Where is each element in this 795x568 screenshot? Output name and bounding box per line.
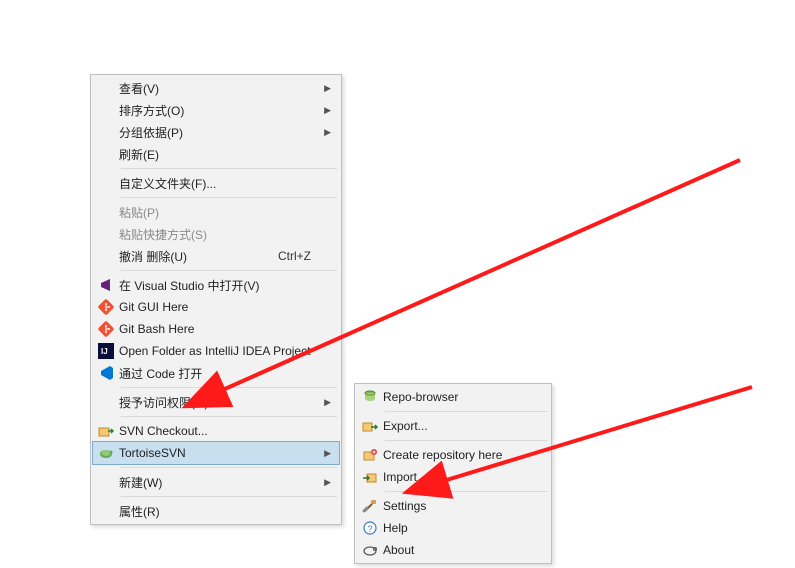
menu-item-open-visual-studio[interactable]: 在 Visual Studio 中打开(V) bbox=[93, 274, 339, 296]
repo-browser-icon bbox=[357, 389, 383, 405]
visual-studio-icon bbox=[93, 277, 119, 293]
separator bbox=[385, 491, 547, 492]
chevron-right-icon: ▶ bbox=[324, 397, 331, 408]
separator bbox=[385, 440, 547, 441]
separator bbox=[121, 387, 337, 388]
menu-item-paste-shortcut: 粘贴快捷方式(S) bbox=[93, 223, 339, 245]
chevron-right-icon: ▶ bbox=[324, 127, 331, 138]
menu-item-sort[interactable]: 排序方式(O) ▶ bbox=[93, 99, 339, 121]
menu-item-label: 在 Visual Studio 中打开(V) bbox=[119, 277, 320, 294]
chevron-right-icon: ▶ bbox=[324, 448, 331, 459]
menu-item-paste: 粘贴(P) bbox=[93, 201, 339, 223]
menu-item-vscode[interactable]: 通过 Code 打开 bbox=[93, 362, 339, 384]
menu-item-undo-delete[interactable]: 撤消 删除(U) Ctrl+Z bbox=[93, 245, 339, 267]
menu-item-label: Import... bbox=[383, 470, 529, 484]
menu-item-label: Export... bbox=[383, 419, 529, 433]
menu-item-label: Git Bash Here bbox=[119, 322, 319, 336]
intellij-icon: IJ bbox=[93, 343, 119, 359]
svg-text:?: ? bbox=[368, 524, 373, 534]
settings-icon bbox=[357, 498, 383, 514]
menu-item-label: Open Folder as IntelliJ IDEA Project bbox=[119, 344, 370, 358]
menu-item-git-gui[interactable]: Git GUI Here bbox=[93, 296, 339, 318]
vscode-icon bbox=[93, 365, 119, 381]
submenu-item-create-repository[interactable]: Create repository here bbox=[357, 444, 549, 466]
git-icon bbox=[93, 321, 119, 337]
menu-item-label: TortoiseSVN bbox=[119, 446, 319, 460]
about-icon bbox=[357, 542, 383, 558]
menu-item-label: 通过 Code 打开 bbox=[119, 365, 319, 382]
menu-item-label: Repo-browser bbox=[383, 390, 529, 404]
submenu-item-settings[interactable]: Settings bbox=[357, 495, 549, 517]
shortcut-label: Ctrl+Z bbox=[278, 249, 311, 263]
separator bbox=[385, 411, 547, 412]
menu-item-group[interactable]: 分组依据(P) ▶ bbox=[93, 121, 339, 143]
submenu-item-repo-browser[interactable]: Repo-browser bbox=[357, 386, 549, 408]
menu-item-label: Git GUI Here bbox=[119, 300, 319, 314]
submenu-item-export[interactable]: Export... bbox=[357, 415, 549, 437]
tortoisesvn-submenu[interactable]: Repo-browser Export... Create repository… bbox=[354, 383, 552, 564]
separator bbox=[121, 467, 337, 468]
svg-text:IJ: IJ bbox=[101, 347, 108, 356]
export-icon bbox=[357, 418, 383, 434]
separator bbox=[121, 270, 337, 271]
menu-item-refresh[interactable]: 刷新(E) bbox=[93, 143, 339, 165]
chevron-right-icon: ▶ bbox=[324, 83, 331, 94]
menu-item-label: Settings bbox=[383, 499, 529, 513]
menu-item-label: 分组依据(P) bbox=[119, 124, 319, 141]
menu-item-label: 授予访问权限(G) bbox=[119, 394, 319, 411]
menu-item-grant-access[interactable]: 授予访问权限(G) ▶ bbox=[93, 391, 339, 413]
menu-item-properties[interactable]: 属性(R) bbox=[93, 500, 339, 522]
menu-item-label: 排序方式(O) bbox=[119, 102, 319, 119]
chevron-right-icon: ▶ bbox=[324, 105, 331, 116]
menu-item-tortoisesvn[interactable]: TortoiseSVN ▶ bbox=[92, 441, 340, 465]
submenu-item-help[interactable]: ? Help bbox=[357, 517, 549, 539]
menu-item-label: About bbox=[383, 543, 529, 557]
separator bbox=[121, 496, 337, 497]
menu-item-label: 刷新(E) bbox=[119, 146, 319, 163]
create-repo-icon bbox=[357, 447, 383, 463]
submenu-item-import[interactable]: Import... bbox=[357, 466, 549, 488]
menu-item-label: 新建(W) bbox=[119, 474, 319, 491]
chevron-right-icon: ▶ bbox=[324, 477, 331, 488]
tortoisesvn-icon bbox=[93, 445, 119, 461]
separator bbox=[121, 197, 337, 198]
menu-item-git-bash[interactable]: Git Bash Here bbox=[93, 318, 339, 340]
menu-item-label: Create repository here bbox=[383, 448, 562, 462]
git-icon bbox=[93, 299, 119, 315]
separator bbox=[121, 416, 337, 417]
menu-item-label: 属性(R) bbox=[119, 503, 319, 520]
menu-item-intellij[interactable]: IJ Open Folder as IntelliJ IDEA Project bbox=[93, 340, 339, 362]
help-icon: ? bbox=[357, 520, 383, 536]
menu-item-label: 粘贴(P) bbox=[119, 204, 319, 221]
svn-checkout-icon bbox=[93, 423, 119, 439]
menu-item-label: 自定义文件夹(F)... bbox=[119, 175, 319, 192]
separator bbox=[121, 168, 337, 169]
submenu-item-about[interactable]: About bbox=[357, 539, 549, 561]
menu-item-view[interactable]: 查看(V) ▶ bbox=[93, 77, 339, 99]
menu-item-label: 粘贴快捷方式(S) bbox=[119, 226, 319, 243]
menu-item-label: 查看(V) bbox=[119, 80, 319, 97]
menu-item-customize-folder[interactable]: 自定义文件夹(F)... bbox=[93, 172, 339, 194]
menu-item-new[interactable]: 新建(W) ▶ bbox=[93, 471, 339, 493]
context-menu[interactable]: 查看(V) ▶ 排序方式(O) ▶ 分组依据(P) ▶ 刷新(E) 自定义文件夹… bbox=[90, 74, 342, 525]
menu-item-label: SVN Checkout... bbox=[119, 424, 319, 438]
import-icon bbox=[357, 469, 383, 485]
menu-item-svn-checkout[interactable]: SVN Checkout... bbox=[93, 420, 339, 442]
menu-item-label: Help bbox=[383, 521, 529, 535]
